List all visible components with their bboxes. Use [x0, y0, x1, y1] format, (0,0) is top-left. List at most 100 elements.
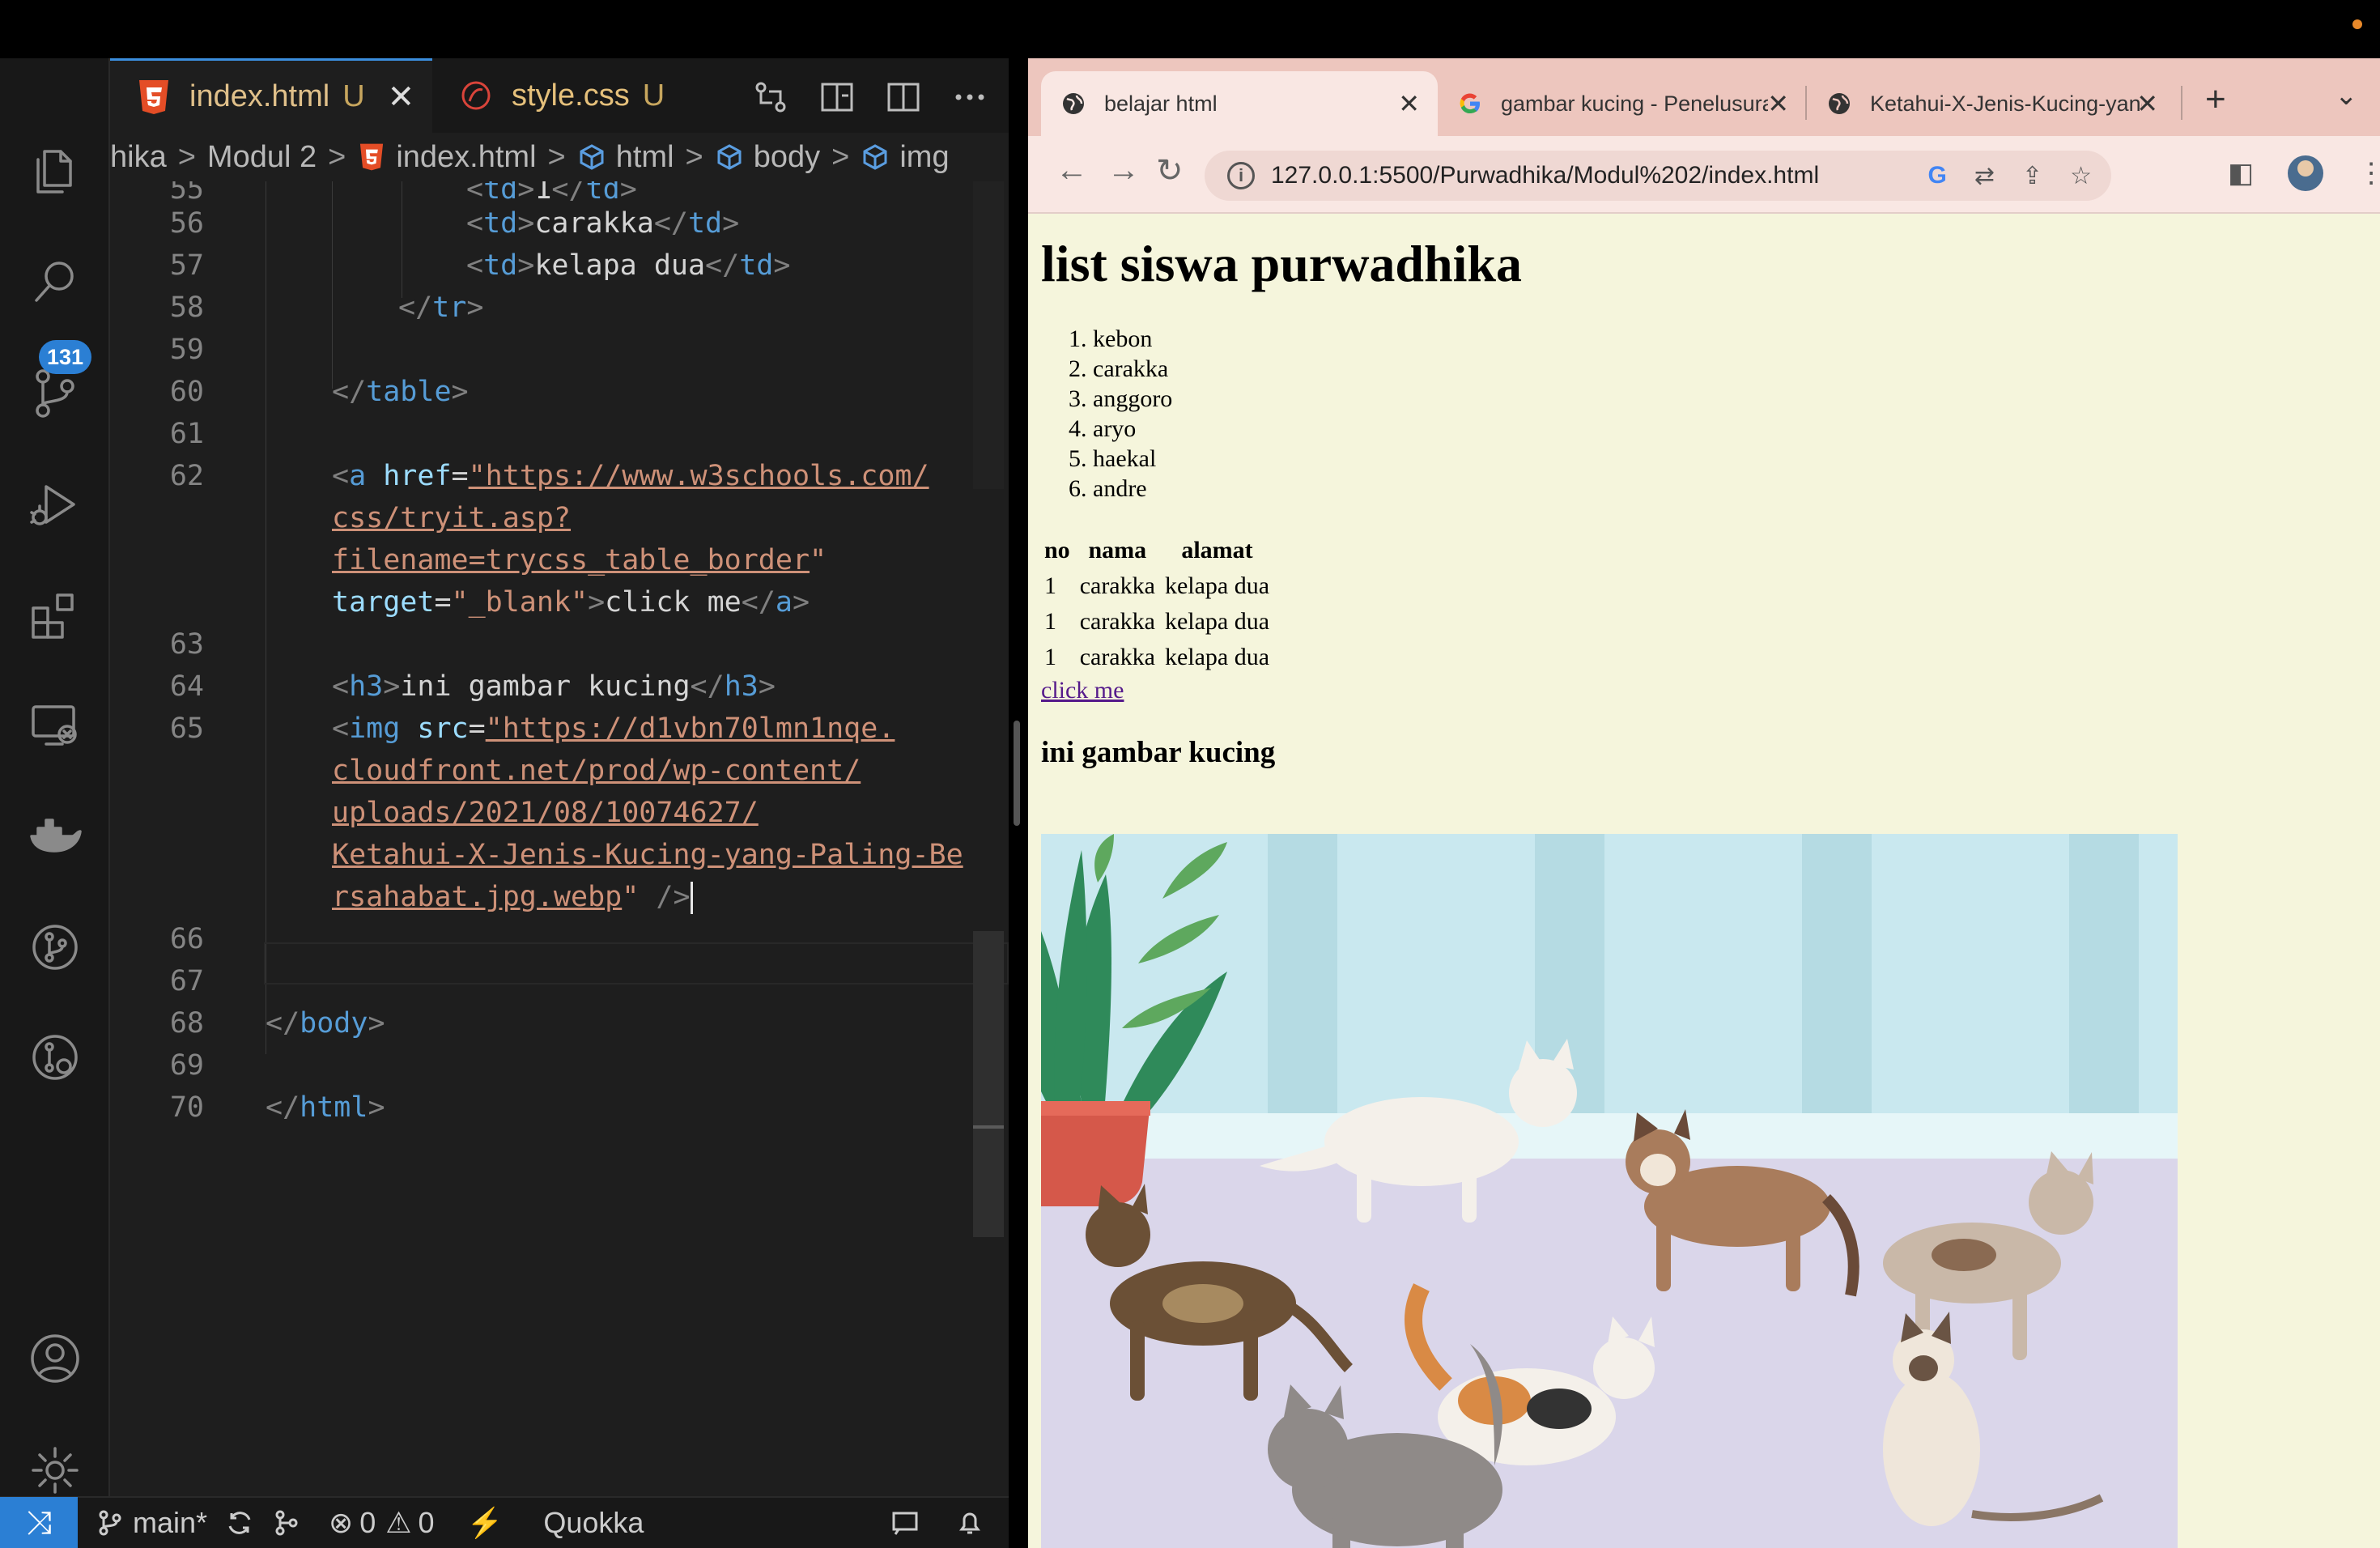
- tab-title: gambar kucing - Penelusuran: [1501, 91, 1768, 116]
- browser-tab-belajar-html[interactable]: belajar html ✕: [1041, 71, 1438, 136]
- search-icon[interactable]: [23, 249, 87, 314]
- html5-file-icon: [360, 143, 384, 171]
- breadcrumb-item[interactable]: Modul 2: [207, 140, 317, 175]
- recording-indicator-icon: [2352, 19, 2362, 29]
- feedback-icon: [892, 1512, 918, 1535]
- editor-scrollbar-thumb[interactable]: [973, 931, 1004, 1237]
- google-icon: [1460, 93, 1480, 114]
- breadcrumb-item[interactable]: html: [616, 140, 674, 175]
- resize-handle[interactable]: [1014, 721, 1020, 826]
- editor-actions: [753, 79, 988, 115]
- quokka-status[interactable]: Quokka: [543, 1506, 644, 1540]
- docker-icon[interactable]: [23, 803, 87, 868]
- code-line: 69: [169, 1049, 204, 1082]
- browser-window: belajar html ✕ gambar kucing - Penelusur…: [1028, 58, 2380, 1548]
- breadcrumb-item[interactable]: img: [899, 140, 949, 175]
- text-cursor: [690, 882, 693, 914]
- breadcrumb-item[interactable]: index.html: [396, 140, 536, 175]
- tab-style-css[interactable]: style.css U: [460, 58, 767, 133]
- git-graph-icon[interactable]: [23, 915, 87, 980]
- browser-tab-strip: belajar html ✕ gambar kucing - Penelusur…: [1028, 58, 2380, 136]
- notifications-button[interactable]: [955, 1508, 984, 1537]
- compare-changes-icon[interactable]: [753, 79, 788, 115]
- system-menu-bar: [0, 0, 2380, 58]
- cat-illustration-image: [1041, 834, 2178, 1548]
- browser-tab-gambar-kucing[interactable]: gambar kucing - Penelusuran ✕: [1438, 71, 1807, 136]
- code-line: target="_blank">click me</a>: [332, 586, 810, 619]
- code-line: css/tryit.asp?: [332, 502, 572, 534]
- table-cell: 1: [1044, 572, 1056, 599]
- git-lens-icon[interactable]: [23, 1025, 87, 1090]
- translate-icon[interactable]: ⇄: [1974, 162, 1995, 190]
- profile-avatar[interactable]: [2288, 155, 2324, 191]
- bookmark-star-icon[interactable]: ☆: [2070, 162, 2092, 190]
- side-panel-icon[interactable]: ◧: [2228, 157, 2254, 189]
- table-header-row: no nama alamat: [1041, 534, 1273, 567]
- globe-icon: [1063, 93, 1084, 114]
- forward-icon[interactable]: →: [1107, 152, 1140, 189]
- sync-button[interactable]: [225, 1508, 254, 1537]
- click-me-link[interactable]: click me: [1041, 677, 2380, 704]
- google-lens-icon[interactable]: G: [1927, 162, 1946, 190]
- code-line: 58 </tr>: [169, 291, 484, 324]
- code-line: 63: [169, 628, 204, 661]
- explorer-icon[interactable]: [23, 139, 87, 204]
- git-graph-status[interactable]: [272, 1508, 301, 1537]
- more-actions-icon[interactable]: [952, 79, 988, 115]
- close-tab-icon[interactable]: ✕: [2136, 88, 2158, 119]
- toolbar-right: ◧ ⋮: [2228, 155, 2380, 191]
- browser-tab-ketahui[interactable]: Ketahui-X-Jenis-Kucing-yang ✕: [1807, 71, 2176, 136]
- breadcrumb-item[interactable]: body: [754, 140, 820, 175]
- web-page-content: list siswa purwadhika kebon carakka angg…: [1028, 215, 2380, 1548]
- code-editor[interactable]: 55 <td>1</td> 56 <td>carakka</td> 57 <td>ke…: [110, 181, 1009, 1496]
- untracked-badge: U: [642, 78, 665, 113]
- tab-search-chevron-icon[interactable]: ⌄: [2335, 79, 2358, 112]
- tab-separator: [2181, 86, 2182, 120]
- code-line: 61: [169, 418, 204, 450]
- tab-index-html[interactable]: index.html U ✕: [110, 58, 432, 133]
- back-icon[interactable]: ←: [1056, 152, 1088, 189]
- code-line: 56 <td>carakka</td>: [169, 207, 740, 240]
- split-editor-icon[interactable]: [886, 79, 921, 115]
- bell-icon: [959, 1512, 980, 1534]
- remote-indicator-icon[interactable]: ⤨: [0, 1497, 78, 1548]
- settings-gear-icon[interactable]: [23, 1438, 87, 1503]
- editor-tab-bar: index.html U ✕ style.css U: [110, 58, 1009, 133]
- css-file-icon: [461, 81, 491, 110]
- close-tab-icon[interactable]: ✕: [1398, 88, 1420, 119]
- account-icon[interactable]: [23, 1326, 87, 1391]
- page-heading: list siswa purwadhika: [1041, 235, 1522, 292]
- feedback-button[interactable]: [890, 1508, 920, 1537]
- new-tab-icon[interactable]: +: [2205, 79, 2226, 120]
- lightning-icon: ⚡: [466, 1506, 504, 1539]
- code-line: Ketahui-X-Jenis-Kucing-yang-Paling-Be: [332, 839, 963, 871]
- scrollbar-marker: [973, 1125, 1004, 1129]
- address-bar[interactable]: i 127.0.0.1:5500/Purwadhika/Modul%202/in…: [1205, 151, 2111, 201]
- close-tab-icon[interactable]: ✕: [1767, 88, 1789, 119]
- column-header: nama: [1088, 537, 1147, 563]
- table-row: 1 carakka kelapa dua: [1041, 606, 1273, 638]
- breadcrumb-item[interactable]: hika: [110, 140, 167, 175]
- table-cell: kelapa dua: [1164, 572, 1270, 599]
- table-cell: kelapa dua: [1164, 644, 1270, 670]
- chrome-menu-icon[interactable]: ⋮: [2357, 157, 2380, 189]
- open-preview-icon[interactable]: [819, 79, 855, 115]
- problems-status[interactable]: ⊗ 0 ⚠ 0: [329, 1506, 435, 1540]
- table-cell: carakka: [1079, 572, 1155, 599]
- site-info-icon[interactable]: i: [1227, 162, 1255, 189]
- git-branch-icon: [99, 1510, 121, 1536]
- table-row: 1 carakka kelapa dua: [1041, 641, 1273, 674]
- code-line: 70 </html>: [169, 1091, 385, 1124]
- close-tab-icon[interactable]: ✕: [388, 79, 415, 116]
- error-icon: ⊗: [329, 1506, 354, 1539]
- branch-status[interactable]: main*: [96, 1506, 207, 1540]
- lightning-button[interactable]: ⚡: [467, 1506, 504, 1540]
- image-heading: ini gambar kucing: [1041, 736, 1276, 769]
- run-debug-icon[interactable]: [23, 473, 87, 538]
- tab-label: style.css: [512, 78, 630, 113]
- extensions-icon[interactable]: [23, 583, 87, 648]
- share-icon[interactable]: ⇪: [2022, 162, 2042, 190]
- table-cell: carakka: [1079, 608, 1155, 635]
- remote-explorer-icon[interactable]: [23, 693, 87, 758]
- reload-icon[interactable]: ↻: [1156, 152, 1184, 189]
